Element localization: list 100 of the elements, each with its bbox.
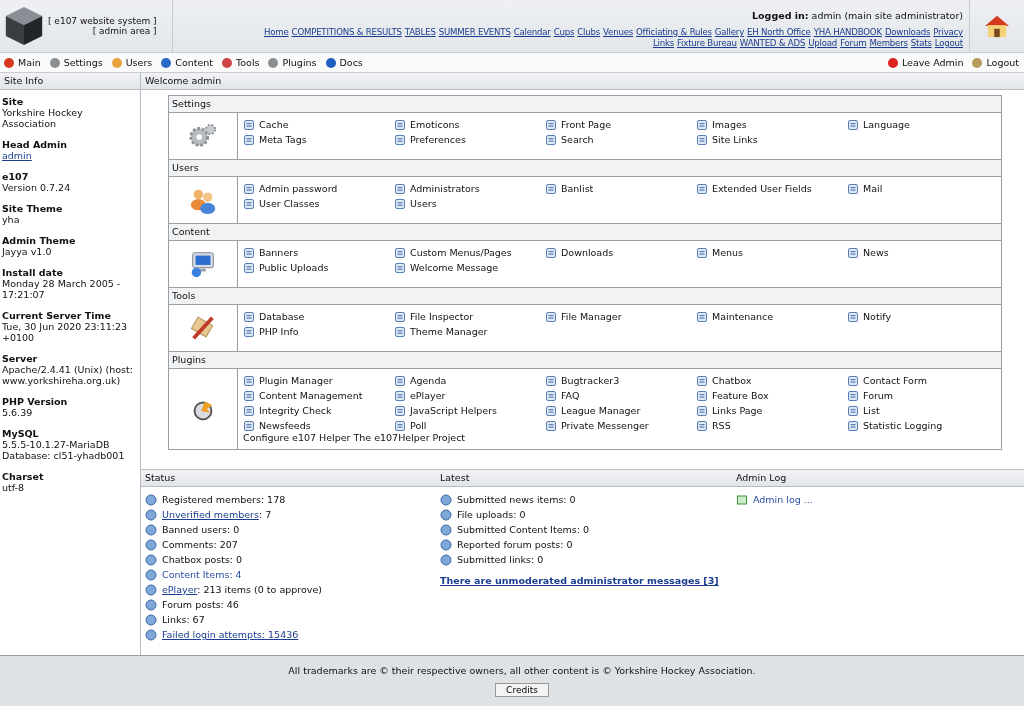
document-icon (847, 374, 859, 387)
nav-link[interactable]: TABLES (404, 27, 436, 38)
admin-log-link[interactable]: Admin log ... (753, 494, 813, 505)
section-link[interactable]: Integrity Check (243, 404, 332, 417)
menu-item[interactable]: Docs (323, 56, 364, 69)
section-link[interactable]: Content Management (243, 389, 363, 402)
nav-link[interactable]: Venues (603, 27, 634, 38)
section-link[interactable]: JavaScript Helpers (394, 404, 497, 417)
section-link[interactable]: Mail (847, 182, 883, 195)
document-icon (243, 310, 255, 323)
section-link[interactable]: Images (696, 118, 747, 131)
menu-item[interactable]: Plugins (266, 56, 318, 69)
section-link[interactable]: Forum (847, 389, 894, 402)
nav-link[interactable]: Gallery (714, 27, 745, 38)
nav-link[interactable]: Home (264, 27, 289, 38)
menu-item[interactable]: Settings (47, 56, 104, 69)
section-link[interactable]: FAQ (545, 389, 580, 402)
menu-item[interactable]: Main (2, 56, 42, 69)
section-link[interactable]: Database (243, 310, 305, 323)
nav-link[interactable]: EH North Office (747, 27, 811, 38)
section-link[interactable]: Preferences (394, 133, 466, 146)
nav-link[interactable]: Upload (808, 38, 838, 49)
nav-link[interactable]: YHA HANDBOOK (813, 27, 882, 38)
field-link[interactable]: admin (2, 150, 138, 161)
section-link[interactable]: Users (394, 197, 437, 210)
section-link[interactable]: Language (847, 118, 910, 131)
section-link[interactable]: News (847, 246, 889, 259)
menu-item[interactable]: Leave Admin (885, 56, 965, 69)
nav-link[interactable]: WANTED & ADS (739, 38, 806, 49)
section-link[interactable]: Cache (243, 118, 289, 131)
status-link[interactable]: Failed login attempts: 15436 (162, 629, 299, 640)
menu-item[interactable]: Logout (970, 56, 1020, 69)
section-link[interactable]: Admin password (243, 182, 338, 195)
section-link[interactable]: Site Links (696, 133, 758, 146)
document-icon (696, 246, 708, 259)
status-text: : 213 items (0 to approve) (197, 584, 322, 595)
section-link[interactable]: User Classes (243, 197, 320, 210)
section-link[interactable]: Banlist (545, 182, 594, 195)
section-link[interactable]: Poll (394, 419, 427, 432)
latest-text: Submitted links: 0 (457, 554, 544, 565)
section-link[interactable]: Welcome Message (394, 261, 499, 274)
section-link[interactable]: Agenda (394, 374, 447, 387)
nav-link[interactable]: Forum (840, 38, 867, 49)
document-icon (696, 404, 708, 417)
status-link[interactable]: Unverified members (162, 509, 259, 520)
nav-link[interactable]: Officiating & Rules (636, 27, 712, 38)
section-link[interactable]: Public Uploads (243, 261, 329, 274)
section-link[interactable]: Plugin Manager (243, 374, 333, 387)
section-link[interactable]: RSS (696, 419, 731, 432)
nav-link[interactable]: Logout (934, 38, 963, 49)
section-link[interactable]: Banners (243, 246, 299, 259)
section-link[interactable]: Maintenance (696, 310, 774, 323)
section-link[interactable]: Bugtracker3 (545, 374, 620, 387)
section-link[interactable]: Menus (696, 246, 744, 259)
nav-link[interactable]: Downloads (884, 27, 931, 38)
section-link[interactable]: Statistic Logging (847, 419, 943, 432)
section-link[interactable]: PHP Info (243, 325, 299, 338)
section-link[interactable]: File Manager (545, 310, 622, 323)
nav-link[interactable]: Stats (910, 38, 932, 49)
document-icon (545, 246, 557, 259)
nav-link[interactable]: Links (652, 38, 674, 49)
document-icon (847, 404, 859, 417)
nav-link[interactable]: COMPETITIONS & RESULTS (291, 27, 402, 38)
section-link[interactable]: Downloads (545, 246, 614, 259)
section-link[interactable]: Notify (847, 310, 892, 323)
document-icon (394, 404, 406, 417)
section-link[interactable]: Administrators (394, 182, 480, 195)
section-link[interactable]: Contact Form (847, 374, 927, 387)
nav-link[interactable]: Fixture Bureau (677, 38, 737, 49)
messages-link[interactable]: There are unmoderated administrator messages [3] (440, 575, 719, 586)
nav-link[interactable]: Privacy (933, 27, 963, 38)
section-link[interactable]: Private Messenger (545, 419, 649, 432)
section-link[interactable]: League Manager (545, 404, 641, 417)
credits-button[interactable]: Credits (495, 683, 549, 697)
nav-link[interactable]: Members (869, 38, 908, 49)
field-value: Monday 28 March 2005 - 17:21:07 (2, 278, 122, 300)
section-link[interactable]: Links Page (696, 404, 763, 417)
section-link[interactable]: Newsfeeds (243, 419, 311, 432)
nav-link[interactable]: Clubs (577, 27, 601, 38)
menu-item[interactable]: Tools (220, 56, 261, 69)
document-icon (243, 261, 255, 274)
menu-item[interactable]: Content (159, 56, 215, 69)
section-link[interactable]: List (847, 404, 880, 417)
section-link[interactable]: Extended User Fields (696, 182, 812, 195)
section-link[interactable]: Chatbox (696, 374, 752, 387)
menu-item[interactable]: Users (109, 56, 154, 69)
section-link[interactable]: Emoticons (394, 118, 460, 131)
section-link[interactable]: Theme Manager (394, 325, 488, 338)
nav-link[interactable]: Cups (553, 27, 575, 38)
section-link[interactable]: Feature Box (696, 389, 769, 402)
section-link[interactable]: Search (545, 133, 594, 146)
section-link[interactable]: Front Page (545, 118, 612, 131)
section-link[interactable]: ePlayer (394, 389, 446, 402)
nav-link[interactable]: SUMMER EVENTS (438, 27, 511, 38)
section-link[interactable]: Custom Menus/Pages (394, 246, 512, 259)
nav-link[interactable]: Calendar (513, 27, 551, 38)
status-icon (440, 508, 452, 521)
section-link[interactable]: Meta Tags (243, 133, 307, 146)
section-link[interactable]: File Inspector (394, 310, 474, 323)
field-label: Current Server Time (2, 310, 112, 321)
